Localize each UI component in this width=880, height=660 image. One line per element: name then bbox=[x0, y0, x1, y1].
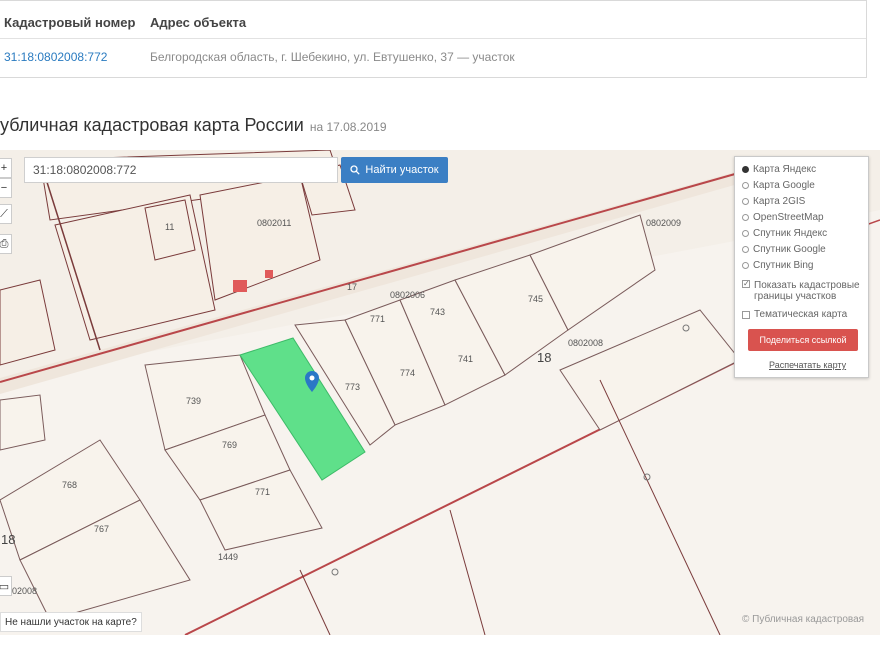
row-divider bbox=[0, 38, 866, 39]
search-input[interactable] bbox=[24, 157, 338, 183]
layer-option[interactable]: Карта 2GIS bbox=[742, 196, 805, 207]
parcel-w bbox=[0, 279, 56, 366]
layer-label: Спутник Яндекс bbox=[753, 228, 828, 239]
checkbox-checked-icon: ✓ bbox=[742, 279, 750, 288]
layer-label: Карта 2GIS bbox=[753, 196, 806, 207]
parcel-label: 769 bbox=[222, 440, 237, 450]
radio-icon bbox=[742, 214, 749, 221]
radio-icon bbox=[742, 246, 749, 253]
quarter-label: 0802011 bbox=[257, 218, 291, 228]
column-cadastral-number: Кадастровый номер bbox=[4, 15, 136, 30]
radio-icon bbox=[742, 262, 749, 269]
layer-label: Карта Google bbox=[753, 180, 815, 191]
map-date: на 17.08.2019 bbox=[309, 120, 387, 134]
checkbox-icon bbox=[742, 310, 750, 319]
cadastral-boundaries-checkbox[interactable]: ✓ Показать кадастровые границы участков bbox=[742, 280, 860, 302]
radio-icon bbox=[742, 198, 749, 205]
quarter-number: 18 bbox=[537, 350, 551, 365]
parcel-label: 17 bbox=[347, 282, 357, 292]
layer-label: Карта Яндекс bbox=[753, 164, 817, 175]
parcel-label: 768 bbox=[62, 480, 77, 490]
layer-option[interactable]: OpenStreetMap bbox=[742, 212, 824, 223]
quarter-label: 0802006 bbox=[390, 290, 425, 300]
parcel-label: 771 bbox=[370, 314, 385, 324]
parcel-label: 771 bbox=[255, 487, 270, 497]
layers-panel: Карта Яндекс Карта Google Карта 2GIS Ope… bbox=[734, 156, 869, 378]
missing-parcel-link[interactable]: Не нашли участок на карте? bbox=[0, 612, 142, 632]
thematic-map-checkbox[interactable]: Тематическая карта bbox=[742, 309, 847, 320]
radio-icon bbox=[742, 230, 749, 237]
parcel-label: 767 bbox=[94, 524, 109, 534]
print-map-link[interactable]: Распечатать карту bbox=[769, 360, 846, 370]
parcel-nw bbox=[54, 194, 216, 341]
checkbox-label: Тематическая карта bbox=[754, 309, 848, 320]
layer-label: Спутник Google bbox=[753, 244, 826, 255]
find-parcel-label: Найти участок bbox=[365, 164, 439, 176]
map-title-text: убличная кадастровая карта России bbox=[0, 115, 304, 135]
radio-selected-icon bbox=[742, 166, 749, 173]
parcel-label: 774 bbox=[400, 368, 415, 378]
parcel-label: 1449 bbox=[218, 552, 238, 562]
quarter-number: 18 bbox=[1, 532, 15, 547]
search-icon bbox=[350, 165, 361, 175]
building bbox=[233, 280, 247, 292]
cadastral-number-link[interactable]: 31:18:0802008:772 bbox=[4, 50, 107, 64]
print-icon[interactable]: ⎙ bbox=[0, 234, 12, 254]
map-copyright: © Публичная кадастровая bbox=[742, 614, 865, 625]
layer-option[interactable]: Карта Яндекс bbox=[742, 164, 816, 175]
layer-label: Спутник Bing bbox=[753, 260, 814, 271]
parcel-label: 743 bbox=[430, 307, 445, 317]
radio-icon bbox=[742, 182, 749, 189]
share-link-button[interactable]: Поделиться ссылкой bbox=[748, 329, 858, 351]
column-address: Адрес объекта bbox=[150, 15, 247, 30]
page-title: убличная кадастровая карта России на 17.0… bbox=[0, 115, 387, 136]
parcel-block bbox=[199, 174, 321, 301]
parcel-label: 739 bbox=[186, 396, 201, 406]
address-cell: Белгородская область, г. Шебекино, ул. Е… bbox=[150, 50, 515, 64]
layer-option[interactable]: Спутник Яндекс bbox=[742, 228, 827, 239]
layer-label: OpenStreetMap bbox=[753, 212, 824, 223]
layer-option[interactable]: Спутник Google bbox=[742, 244, 826, 255]
zoom-out-button[interactable]: − bbox=[0, 178, 12, 198]
checkbox-label: Показать кадастровые границы участков bbox=[754, 280, 860, 302]
parcel-label: 773 bbox=[345, 382, 360, 392]
object-table: Кадастровый номер Адрес объекта 31:18:08… bbox=[0, 0, 867, 78]
parcel-label: 745 bbox=[528, 294, 543, 304]
find-parcel-button[interactable]: Найти участок bbox=[341, 157, 448, 183]
ruler-tool-icon[interactable]: ⟋ bbox=[0, 204, 12, 224]
building bbox=[265, 270, 273, 278]
fullscreen-icon[interactable]: ▭ bbox=[0, 576, 12, 596]
layer-option[interactable]: Спутник Bing bbox=[742, 260, 814, 271]
zoom-in-button[interactable]: + bbox=[0, 158, 12, 178]
parcel-label: 741 bbox=[458, 354, 473, 364]
parcel-west bbox=[0, 394, 46, 451]
quarter-label: 0802009 bbox=[646, 218, 681, 228]
parcel-label: 11 bbox=[165, 222, 174, 232]
layer-option[interactable]: Карта Google bbox=[742, 180, 815, 191]
quarter-label: 0802008 bbox=[568, 338, 603, 348]
